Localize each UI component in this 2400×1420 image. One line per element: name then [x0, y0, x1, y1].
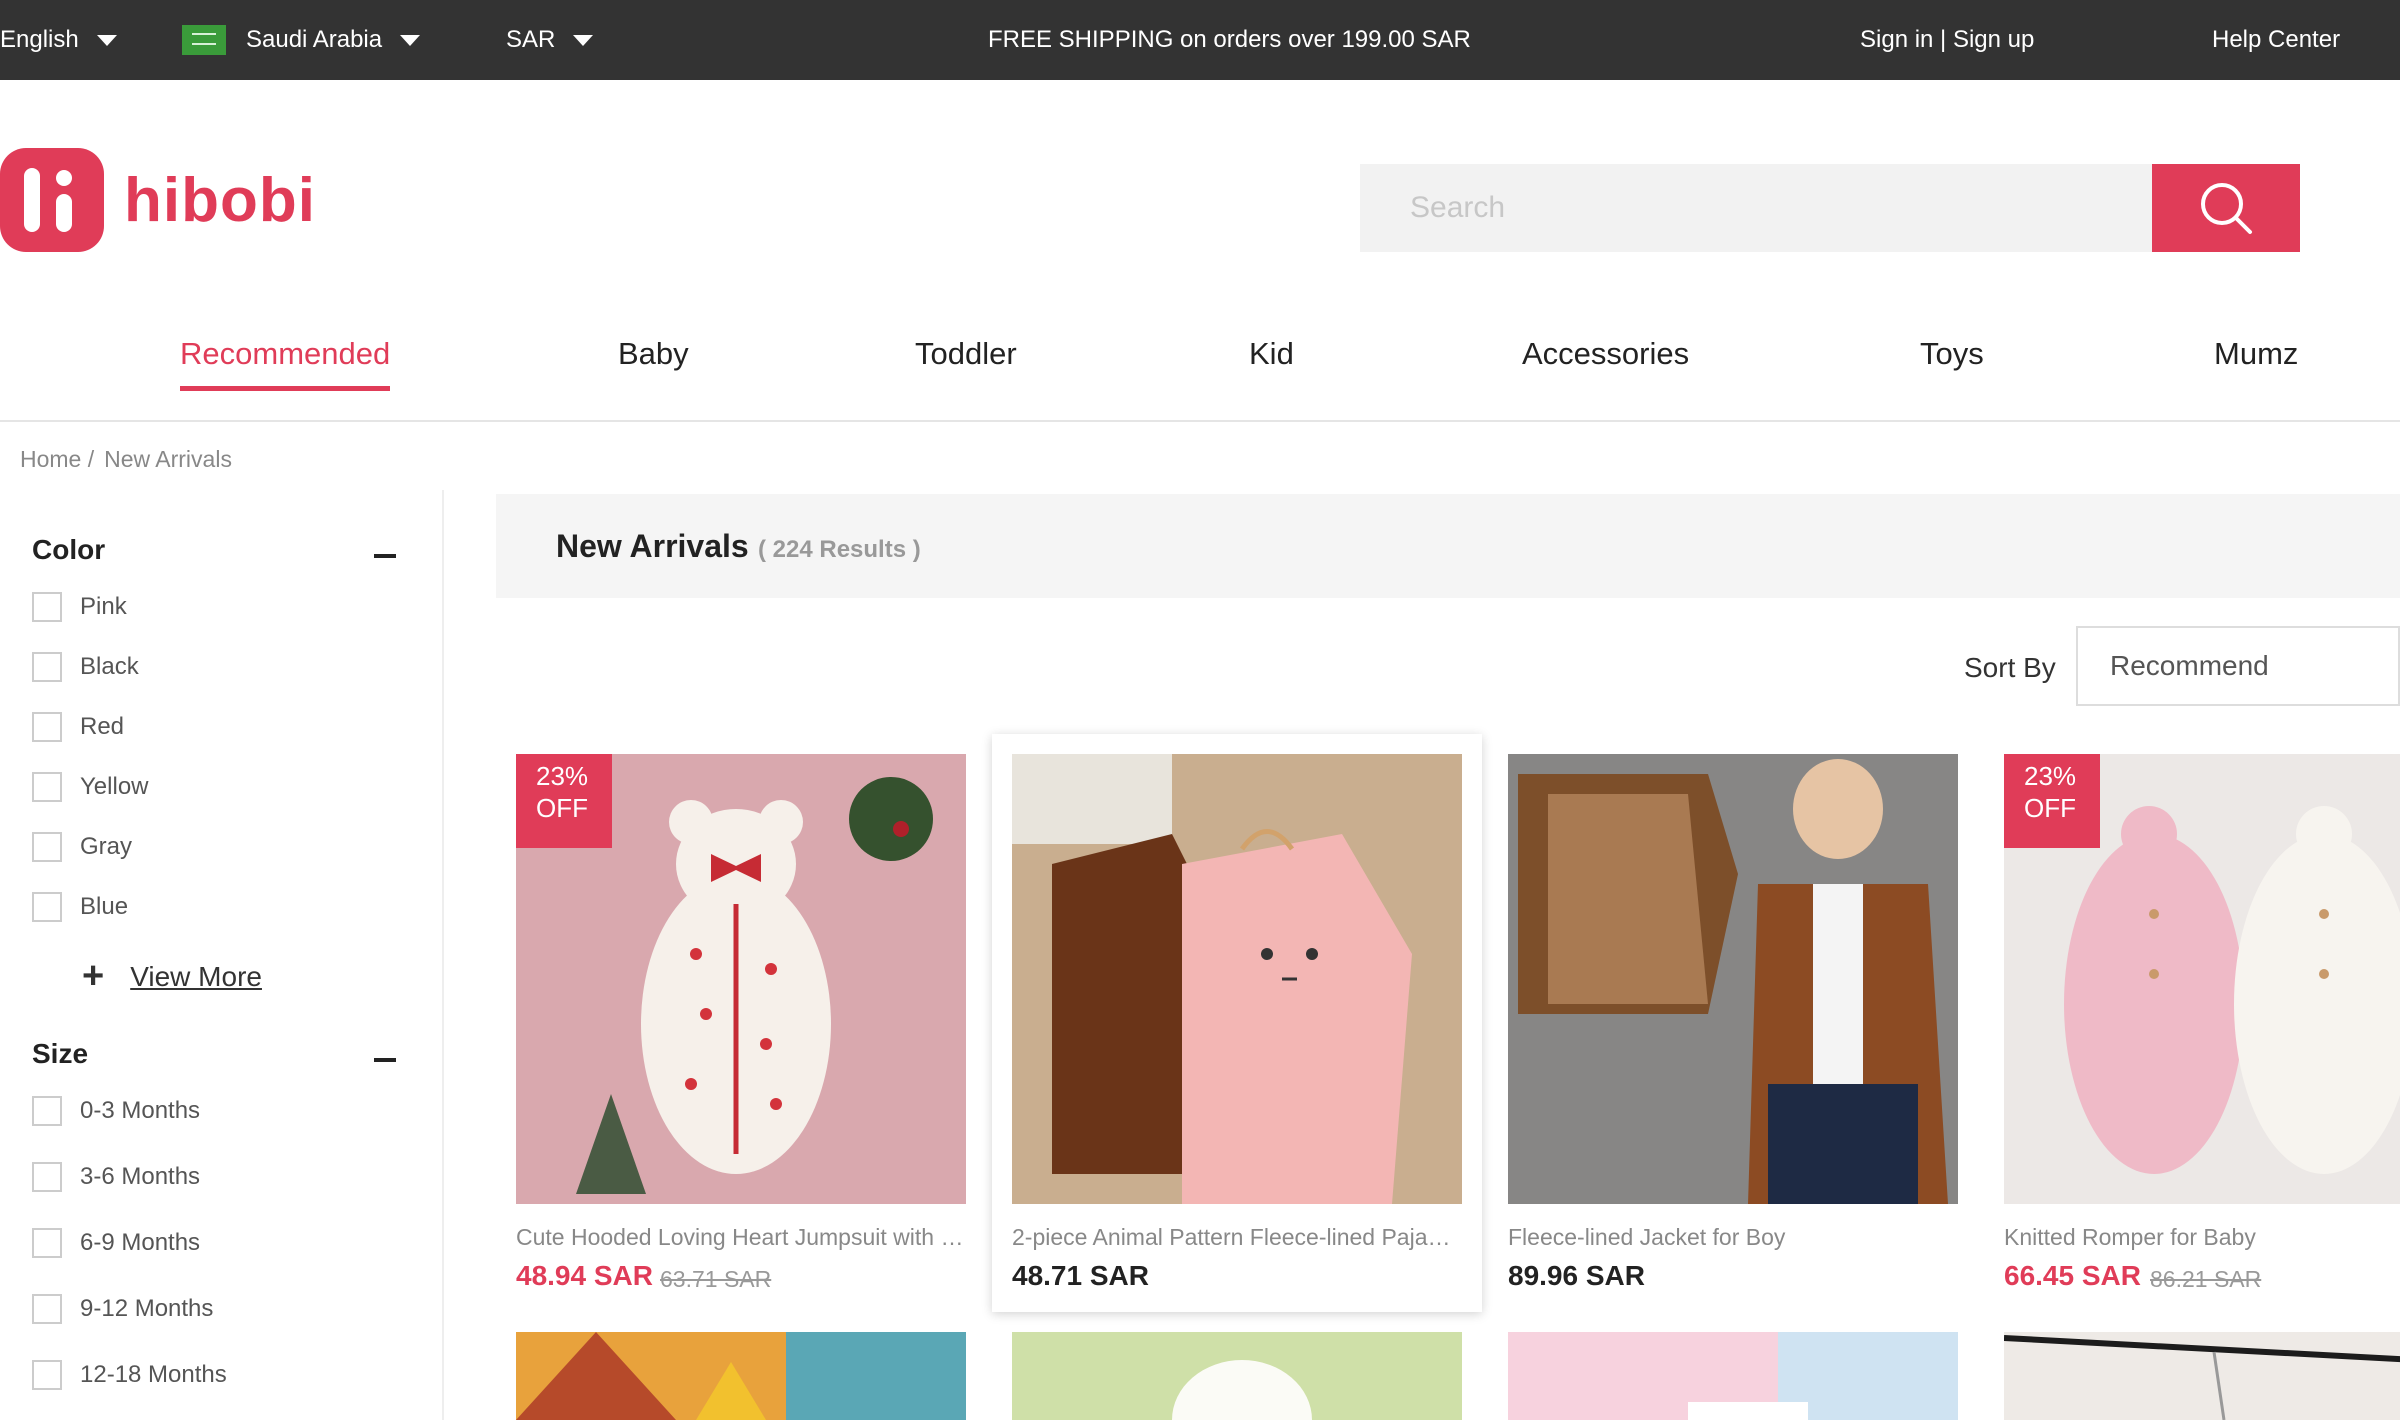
logo-text: hibobi: [124, 165, 316, 235]
checkbox[interactable]: [32, 1162, 62, 1192]
plus-icon: +: [82, 955, 105, 997]
size-option-9-12[interactable]: 9-12 Months: [32, 1294, 213, 1324]
breadcrumb-current: New Arrivals: [104, 446, 232, 472]
product-name[interactable]: 2-piece Animal Pattern Fleece-lined Paja…: [1012, 1224, 1462, 1251]
view-more-button[interactable]: + View More: [82, 955, 262, 998]
product-image[interactable]: [1508, 754, 1958, 1204]
site-logo[interactable]: hibobi: [0, 148, 316, 252]
color-option-pink[interactable]: Pink: [32, 592, 127, 622]
color-option-red[interactable]: Red: [32, 712, 124, 742]
product-price: 66.45 SAR: [2004, 1260, 2141, 1291]
color-option-gray[interactable]: Gray: [32, 832, 132, 862]
collapse-size-icon[interactable]: [374, 1058, 396, 1062]
breadcrumb: Home / New Arrivals: [20, 446, 232, 473]
checkbox[interactable]: [32, 592, 62, 622]
checkbox[interactable]: [32, 1294, 62, 1324]
product-price: 89.96 SAR: [1508, 1260, 1645, 1291]
size-option-12-18[interactable]: 12-18 Months: [32, 1360, 227, 1390]
tab-toddler[interactable]: Toddler: [915, 336, 1017, 386]
saudi-flag-icon: [182, 25, 226, 55]
product-card[interactable]: [516, 1332, 966, 1420]
chevron-down-icon: [400, 34, 421, 46]
language-label: English: [0, 26, 79, 53]
discount-badge: 23% OFF: [516, 754, 612, 848]
size-option-0-3[interactable]: 0-3 Months: [32, 1096, 200, 1126]
currency-selector[interactable]: SAR: [506, 0, 594, 80]
chevron-down-icon: [96, 34, 117, 46]
product-image[interactable]: [2004, 1332, 2400, 1420]
color-option-blue[interactable]: Blue: [32, 892, 128, 922]
size-option-6-9[interactable]: 6-9 Months: [32, 1228, 200, 1258]
product-price: 48.71 SAR: [1012, 1260, 1149, 1291]
color-filter-title: Color: [32, 534, 106, 565]
results-count: ( 224 Results ): [758, 536, 921, 563]
country-label: Saudi Arabia: [246, 26, 383, 53]
tab-accessories[interactable]: Accessories: [1522, 336, 1689, 386]
country-selector[interactable]: Saudi Arabia: [182, 0, 421, 80]
results-title: New Arrivals: [556, 528, 749, 564]
product-image[interactable]: [1508, 1332, 1958, 1420]
tab-baby[interactable]: Baby: [618, 336, 689, 386]
checkbox[interactable]: [32, 1360, 62, 1390]
checkbox[interactable]: [32, 652, 62, 682]
discount-badge: 23% OFF: [2004, 754, 2100, 848]
tab-mumz[interactable]: Mumz: [2214, 336, 2298, 386]
product-name[interactable]: Knitted Romper for Baby: [2004, 1224, 2400, 1251]
promo-banner: FREE SHIPPING on orders over 199.00 SAR: [988, 26, 1471, 53]
currency-label: SAR: [506, 26, 556, 53]
product-old-price: 86.21 SAR: [2150, 1266, 2262, 1292]
product-image[interactable]: [516, 1332, 966, 1420]
top-bar: English Saudi Arabia SAR FREE SHIPPING o…: [0, 0, 2400, 80]
product-card[interactable]: [1508, 1332, 1958, 1420]
tab-kid[interactable]: Kid: [1249, 336, 1294, 386]
color-option-yellow[interactable]: Yellow: [32, 772, 149, 802]
logo-icon: [0, 148, 104, 252]
product-card[interactable]: 23% OFF Cute Hooded Loving Heart Jumpsuit…: [516, 754, 966, 1294]
color-option-black[interactable]: Black: [32, 652, 139, 682]
product-card[interactable]: [1012, 1332, 1462, 1420]
size-option-3-6[interactable]: 3-6 Months: [32, 1162, 200, 1192]
checkbox[interactable]: [32, 892, 62, 922]
product-image[interactable]: [1012, 754, 1462, 1204]
breadcrumb-home[interactable]: Home /: [20, 446, 94, 473]
product-price: 48.94 SAR: [516, 1260, 653, 1291]
view-more-label: View More: [130, 960, 262, 992]
checkbox[interactable]: [32, 712, 62, 742]
collapse-color-icon[interactable]: [374, 554, 396, 558]
chevron-down-icon: [573, 34, 594, 46]
product-card[interactable]: 2-piece Animal Pattern Fleece-lined Paja…: [992, 734, 1482, 1312]
product-image[interactable]: 23% OFF: [2004, 754, 2400, 1204]
tab-toys[interactable]: Toys: [1920, 336, 1984, 386]
checkbox[interactable]: [32, 1228, 62, 1258]
search-icon: [2201, 183, 2252, 234]
product-old-price: 63.71 SAR: [660, 1266, 772, 1292]
product-name[interactable]: Cute Hooded Loving Heart Jumpsuit with B…: [516, 1224, 966, 1251]
checkbox[interactable]: [32, 832, 62, 862]
product-image[interactable]: 23% OFF: [516, 754, 966, 1204]
product-image[interactable]: [1012, 1332, 1462, 1420]
filter-sidebar: Color Pink Black Red Yellow Gray Blue + …: [0, 490, 444, 1420]
checkbox[interactable]: [32, 772, 62, 802]
product-card[interactable]: [2004, 1332, 2400, 1420]
search-button[interactable]: [2152, 164, 2300, 252]
product-card[interactable]: Fleece-lined Jacket for Boy 89.96 SAR: [1508, 754, 1958, 1294]
size-filter-title: Size: [32, 1038, 89, 1069]
search-bar: [1360, 164, 2300, 252]
search-input[interactable]: [1360, 164, 2152, 252]
sort-by-label: Sort By: [1964, 652, 2056, 683]
results-header: New Arrivals ( 224 Results ): [496, 494, 2400, 598]
product-name[interactable]: Fleece-lined Jacket for Boy: [1508, 1224, 1958, 1251]
help-center-link[interactable]: Help Center: [2212, 0, 2340, 80]
checkbox[interactable]: [32, 1096, 62, 1126]
language-selector[interactable]: English: [0, 0, 117, 80]
tab-recommended[interactable]: Recommended: [180, 336, 391, 391]
product-card[interactable]: 23% OFF Knitted Romper for Baby 66.45 SAR…: [2004, 754, 2400, 1294]
category-nav: Recommended Baby Toddler Kid Accessories…: [0, 300, 2400, 422]
sign-in-link[interactable]: Sign in | Sign up: [1860, 0, 2034, 80]
sort-select[interactable]: Recommend: [2076, 626, 2400, 706]
